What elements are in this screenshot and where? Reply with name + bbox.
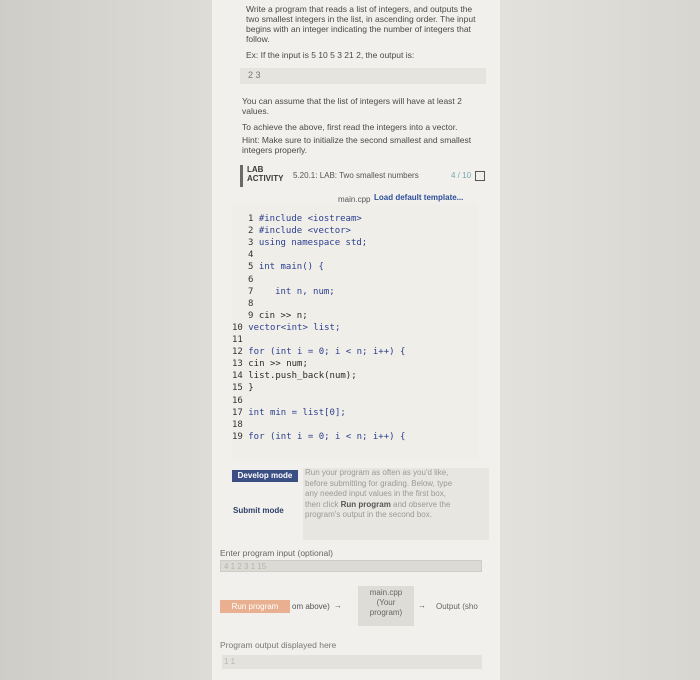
problem-text-line3: begins with an integer indicating the nu… bbox=[246, 24, 471, 34]
mode-desc-line4: then click Run program and observe the bbox=[305, 500, 487, 511]
line-code: #include <vector> bbox=[258, 226, 351, 237]
hint-text-line2: integers properly. bbox=[242, 145, 308, 155]
line-number: 8 bbox=[248, 298, 259, 309]
program-output-box: 1 1 bbox=[222, 655, 482, 669]
code-line[interactable]: 9 cin >> n; bbox=[248, 311, 308, 321]
editor-filename: main.cpp bbox=[338, 195, 371, 204]
completion-box-icon bbox=[475, 171, 485, 181]
line-number: 13 bbox=[232, 359, 249, 370]
lab-score: 4 / 10 bbox=[451, 171, 472, 180]
lab-activity-header: LAB ACTIVITY 5.20.1: LAB: Two smallest n… bbox=[240, 165, 489, 187]
problem-text-line2: two smallest integers in the list, in as… bbox=[246, 14, 476, 24]
input-source-text: om above) bbox=[292, 602, 330, 611]
line-code: for (int i = 0; i < n; i++) { bbox=[248, 347, 406, 358]
code-line[interactable]: 18 bbox=[232, 420, 248, 430]
line-number: 10 bbox=[232, 322, 249, 333]
code-line[interactable]: 5 int main() { bbox=[248, 262, 324, 272]
code-line[interactable]: 12 for (int i = 0; i < n; i++) { bbox=[232, 347, 405, 357]
line-number: 16 bbox=[232, 395, 249, 406]
code-line[interactable]: 16 bbox=[232, 396, 248, 406]
arrow-right-icon: → bbox=[334, 601, 342, 610]
line-code: list.push_back(num); bbox=[248, 371, 357, 382]
mode-desc-line2: before submitting for grading. Below, ty… bbox=[305, 478, 453, 488]
line-number: 2 bbox=[248, 226, 259, 237]
line-code: int n, num; bbox=[258, 286, 335, 297]
output-caption: Program output displayed here bbox=[220, 640, 337, 650]
hint-text-line1: Hint: Make sure to initialize the second… bbox=[242, 135, 472, 145]
problem-text-line1: Write a program that reads a list of int… bbox=[246, 4, 473, 14]
submit-mode-button[interactable]: Submit mode bbox=[233, 506, 284, 515]
mode-desc-line1: Run your program as often as you'd like, bbox=[305, 468, 449, 477]
assume-text-line1: You can assume that the list of integers… bbox=[242, 96, 462, 106]
code-line[interactable]: 4 bbox=[248, 250, 259, 260]
achieve-text: To achieve the above, first read the int… bbox=[242, 122, 458, 132]
line-code: #include <iostream> bbox=[258, 214, 362, 224]
line-code: int main() { bbox=[258, 262, 324, 273]
mode-desc-run: Run program bbox=[340, 499, 391, 509]
problem-text-line4: follow. bbox=[246, 34, 270, 44]
mode-description: Run your program as often as you'd like,… bbox=[303, 468, 489, 540]
lab-title: 5.20.1: LAB: Two smallest numbers bbox=[293, 171, 419, 180]
code-line[interactable]: 19 for (int i = 0; i < n; i++) { bbox=[232, 432, 405, 442]
code-line[interactable]: 6 bbox=[248, 275, 259, 285]
code-line[interactable]: 2 #include <vector> bbox=[248, 226, 351, 236]
line-code: using namespace std; bbox=[258, 238, 368, 249]
line-code: cin >> n; bbox=[258, 310, 308, 321]
code-line[interactable]: 1 #include <iostream> bbox=[248, 214, 362, 224]
line-number: 6 bbox=[248, 274, 259, 285]
line-number: 14 bbox=[232, 371, 249, 382]
code-line[interactable]: 3 using namespace std; bbox=[248, 238, 367, 248]
develop-mode-button[interactable]: Develop mode bbox=[232, 470, 298, 482]
example-output: 2 3 bbox=[248, 70, 261, 80]
arrow-right-icon: → bbox=[418, 601, 426, 610]
mode-desc-then: then click bbox=[305, 499, 341, 509]
example-text: Ex: If the input is 5 10 5 3 21 2, the o… bbox=[246, 50, 415, 60]
line-number: 4 bbox=[248, 250, 259, 261]
line-number: 3 bbox=[248, 238, 259, 249]
line-code: int min = list[0]; bbox=[248, 407, 346, 418]
mode-desc-line3: any needed input values in the first box… bbox=[305, 489, 446, 498]
example-output-box: 2 3 bbox=[240, 68, 486, 84]
code-line[interactable]: 8 bbox=[248, 299, 259, 309]
lab-activity-tag: LAB ACTIVITY bbox=[247, 165, 284, 183]
line-number: 17 bbox=[232, 407, 249, 418]
line-number: 1 bbox=[248, 214, 259, 224]
program-input-field[interactable]: 4 1 2 3 1 15 bbox=[220, 560, 482, 572]
mode-desc-observe: and observe the bbox=[390, 499, 451, 509]
line-code: vector<int> list; bbox=[248, 322, 341, 333]
program-box: main.cpp (Your program) bbox=[358, 586, 414, 626]
code-line[interactable]: 7 int n, num; bbox=[248, 287, 335, 297]
line-number: 19 bbox=[232, 431, 249, 442]
line-number: 15 bbox=[232, 383, 249, 394]
line-number: 5 bbox=[248, 262, 259, 273]
line-number: 18 bbox=[232, 419, 249, 430]
code-line[interactable]: 17 int min = list[0]; bbox=[232, 408, 346, 418]
program-box-line2: (Your bbox=[376, 598, 396, 607]
load-template-link[interactable]: Load default template... bbox=[374, 193, 463, 202]
line-number: 9 bbox=[248, 310, 259, 321]
line-number: 7 bbox=[248, 286, 259, 297]
line-number: 11 bbox=[232, 335, 249, 345]
assume-text-line2: values. bbox=[242, 106, 269, 116]
program-box-line1: main.cpp bbox=[369, 588, 403, 597]
mode-desc-line5: program's output in the second box. bbox=[305, 510, 432, 519]
code-line[interactable]: 14 list.push_back(num); bbox=[232, 371, 357, 381]
line-code: } bbox=[248, 383, 254, 394]
input-label: Enter program input (optional) bbox=[220, 548, 333, 558]
line-code: for (int i = 0; i < n; i++) { bbox=[248, 431, 406, 442]
output-label: Output (sho bbox=[436, 602, 478, 611]
line-code: cin >> num; bbox=[248, 359, 308, 370]
line-number: 12 bbox=[232, 347, 249, 358]
code-line[interactable]: 13 cin >> num; bbox=[232, 359, 308, 369]
code-editor-lines[interactable]: 1 #include <iostream> 2 #include <vector>… bbox=[232, 204, 478, 459]
code-line[interactable]: 15 } bbox=[232, 383, 254, 393]
code-line[interactable]: 11 bbox=[232, 335, 248, 345]
program-box-line3: program) bbox=[369, 608, 403, 617]
run-program-button[interactable]: Run program bbox=[220, 600, 290, 613]
code-line[interactable]: 10 vector<int> list; bbox=[232, 323, 340, 333]
